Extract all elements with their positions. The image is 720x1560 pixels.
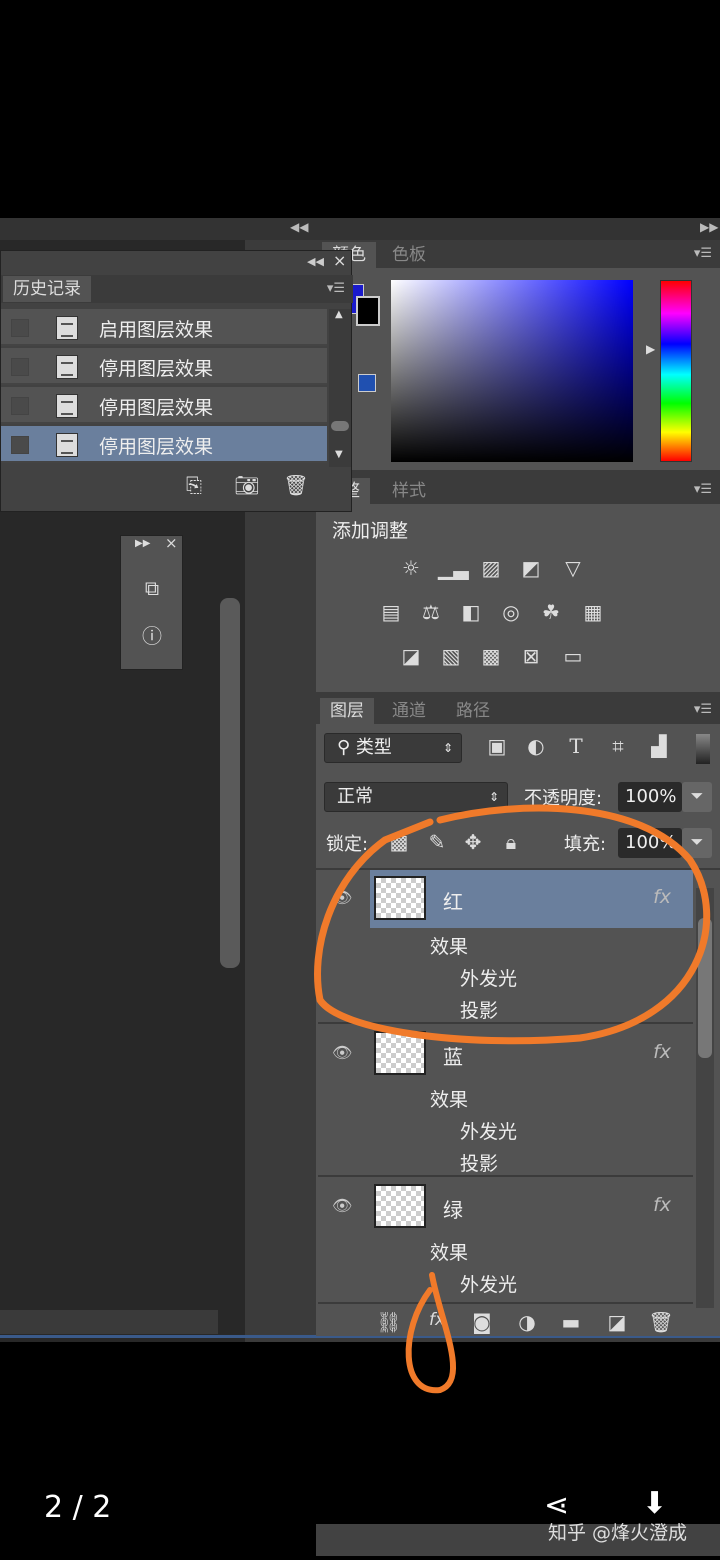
download-icon[interactable]: ⬇ [642,1486,667,1521]
watermark: 知乎 @烽火澄成 [548,1522,688,1544]
page-counter: 2 / 2 [44,1490,112,1525]
annotation-circle [314,804,711,1394]
